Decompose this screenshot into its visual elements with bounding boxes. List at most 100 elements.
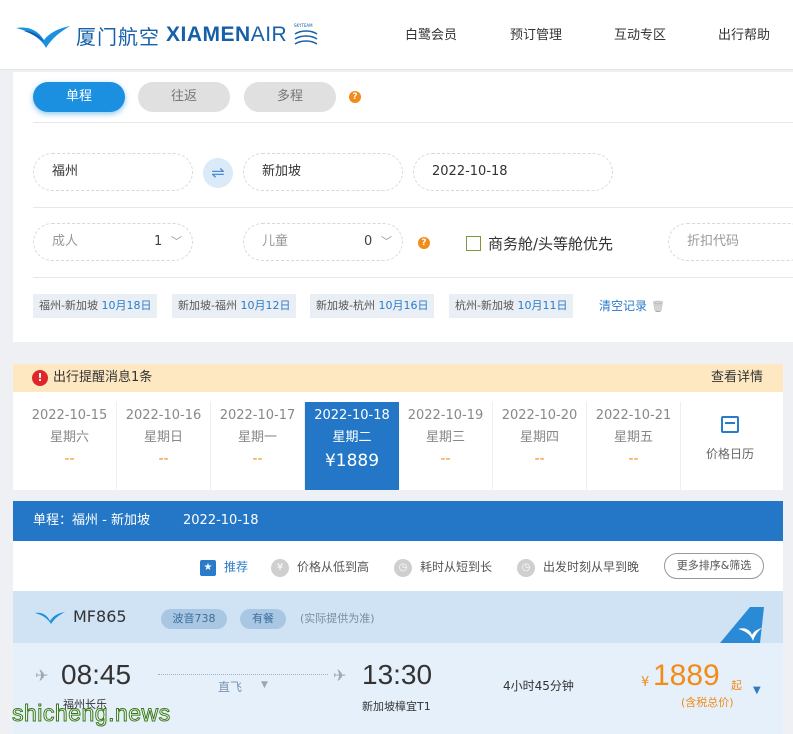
departure-time: 08:45 [61,659,132,690]
sort-recommended[interactable]: ★ 推荐 [200,557,248,577]
swap-cities-icon[interactable]: ⇌ [203,158,233,188]
sort-price-label: 价格从低到高 [297,560,370,574]
trip-type-multicity[interactable]: 多程 [244,82,336,112]
skyteam-text: SKYTEAM [294,23,313,28]
date-option[interactable]: 2022-10-16 星期日 -- [117,402,211,490]
history-date: 10月12日 [240,299,291,312]
flight-number: MF865 [73,607,127,626]
flight-duration: 4小时45分钟 [503,679,574,693]
date-option-weekday: 星期日 [143,430,183,445]
date-option[interactable]: 2022-10-19 星期三 -- [399,402,493,490]
date-option-date: 2022-10-19 [407,408,484,423]
date-option[interactable]: 2022-10-20 星期四 -- [493,402,587,490]
route-label: 单程：福州 - 新加坡 [33,513,150,528]
date-option-date: 2022-10-16 [125,408,202,423]
airline-logo-icon [35,612,65,624]
sort-duration-label: 耗时从短到长 [420,560,493,574]
date-option-weekday: 星期四 [519,430,559,445]
child-count-value: 0 [364,234,373,249]
logo-chinese-text: 厦门航空 [76,24,160,49]
sort-price-asc[interactable]: ¥ 价格从低到高 [271,557,369,577]
date-option-price: -- [252,451,263,467]
star-icon: ★ [200,559,216,576]
nav-interactive-zone[interactable]: 互动专区 [614,24,666,43]
egret-logo-icon [16,26,70,48]
date-option-selected[interactable]: 2022-10-18 星期二 ¥1889 [305,402,399,490]
more-sort-filter-button[interactable]: 更多排序&筛选 [664,553,764,579]
arrival-time: 13:30 [362,659,433,690]
history-date: 10月18日 [101,299,152,312]
history-item[interactable]: 新加坡-福州 10月12日 [172,294,297,318]
child-label: 儿童 [262,234,289,249]
date-option-price: -- [534,451,545,467]
price-calendar-button[interactable]: 价格日历 [683,402,777,490]
history-date: 10月11日 [517,299,568,312]
arrival-plane-icon: ✈ [333,666,347,685]
clear-history-label: 清空记录 [599,299,648,313]
date-option-price: -- [64,451,75,467]
history-route: 新加坡-杭州 [316,299,375,312]
route-line [158,674,328,675]
arrival-city-input[interactable]: 新加坡 [243,153,403,191]
clock-icon: ◷ [394,558,412,577]
clock-icon: ◷ [517,558,535,577]
expand-fares-icon[interactable]: ▼ [753,685,761,696]
date-option-date: 2022-10-15 [31,408,108,423]
date-option[interactable]: 2022-10-15 星期六 -- [23,402,117,490]
clear-history-button[interactable]: 清空记录 🗑 [599,294,665,319]
price-currency: ¥ [641,675,650,690]
date-option-price: -- [158,451,169,467]
nav-egret-member[interactable]: 白鹭会员 [405,24,457,43]
business-first-label: 商务舱/头等舱优先 [488,235,614,253]
history-item[interactable]: 福州-新加坡 10月18日 [33,294,158,318]
meal-note: (实际提供为准) [300,612,375,625]
business-first-checkbox[interactable] [466,236,481,251]
promo-code-placeholder: 折扣代码 [687,234,740,249]
xiamenair-logo[interactable]: 厦门航空 XIAMENAIR SKYTEAM [14,18,321,52]
history-item[interactable]: 新加坡-杭州 10月16日 [310,294,435,318]
date-option-weekday: 星期一 [237,430,277,445]
departure-date-input[interactable]: 2022-10-18 [413,153,613,191]
history-route: 新加坡-福州 [178,299,237,312]
arrival-airport: 新加坡樟宜T1 [362,700,431,713]
date-option-date: 2022-10-18 [314,408,390,423]
trip-type-oneway[interactable]: 单程 [33,82,125,112]
child-count-select[interactable]: 儿童 0 ﹀ [243,223,403,261]
route-date: 2022-10-18 [183,513,259,528]
date-option[interactable]: 2022-10-21 星期五 -- [587,402,681,490]
alert-message: 出行提醒消息1条 [53,370,153,385]
departure-city-input[interactable]: 福州 [33,153,193,191]
sort-departure-label: 出发时刻从早到晚 [543,560,640,574]
date-option-price: -- [440,451,451,467]
tax-inclusive-note: (含税总价) [681,696,734,709]
history-route: 福州-新加坡 [39,299,98,312]
sort-recommended-label: 推荐 [224,560,249,574]
date-option-weekday: 星期二 [332,430,372,445]
watermark: shicheng.news [12,700,171,727]
date-option-weekday: 星期六 [49,430,89,445]
skyteam-logo-icon: SKYTEAM [294,23,318,45]
view-details-link[interactable]: 查看详情 [711,364,763,392]
chevron-down-icon: ﹀ [171,235,182,248]
nav-travel-help[interactable]: 出行帮助 [718,24,770,43]
date-option-date: 2022-10-17 [219,408,296,423]
date-option-price: -- [628,451,639,467]
price-calendar-label: 价格日历 [705,447,754,461]
sort-toolbar: ★ 推荐 ¥ 价格从低到高 ◷ 耗时从短到长 ◷ 出发时刻从早到晚 更多排序&筛选 [13,541,783,591]
history-route: 杭州-新加坡 [455,299,514,312]
promo-code-input[interactable]: 折扣代码 [668,223,793,261]
nav-booking-manage[interactable]: 预订管理 [510,24,562,43]
adult-count-select[interactable]: 成人 1 ﹀ [33,223,193,261]
history-item[interactable]: 杭州-新加坡 10月11日 [449,294,574,318]
divider [33,277,793,278]
sort-duration-asc[interactable]: ◷ 耗时从短到长 [394,557,492,577]
trip-type-help-icon[interactable]: ? [349,91,361,103]
travel-alert-bar: ! 出行提醒消息1条 查看详情 [13,364,783,392]
trip-type-roundtrip[interactable]: 往返 [138,82,230,112]
date-option[interactable]: 2022-10-17 星期一 -- [211,402,305,490]
yen-icon: ¥ [271,558,289,577]
chevron-down-icon: ﹀ [381,235,392,248]
history-date: 10月16日 [378,299,429,312]
passenger-help-icon[interactable]: ? [418,237,430,249]
sort-departure-asc[interactable]: ◷ 出发时刻从早到晚 [517,557,639,577]
